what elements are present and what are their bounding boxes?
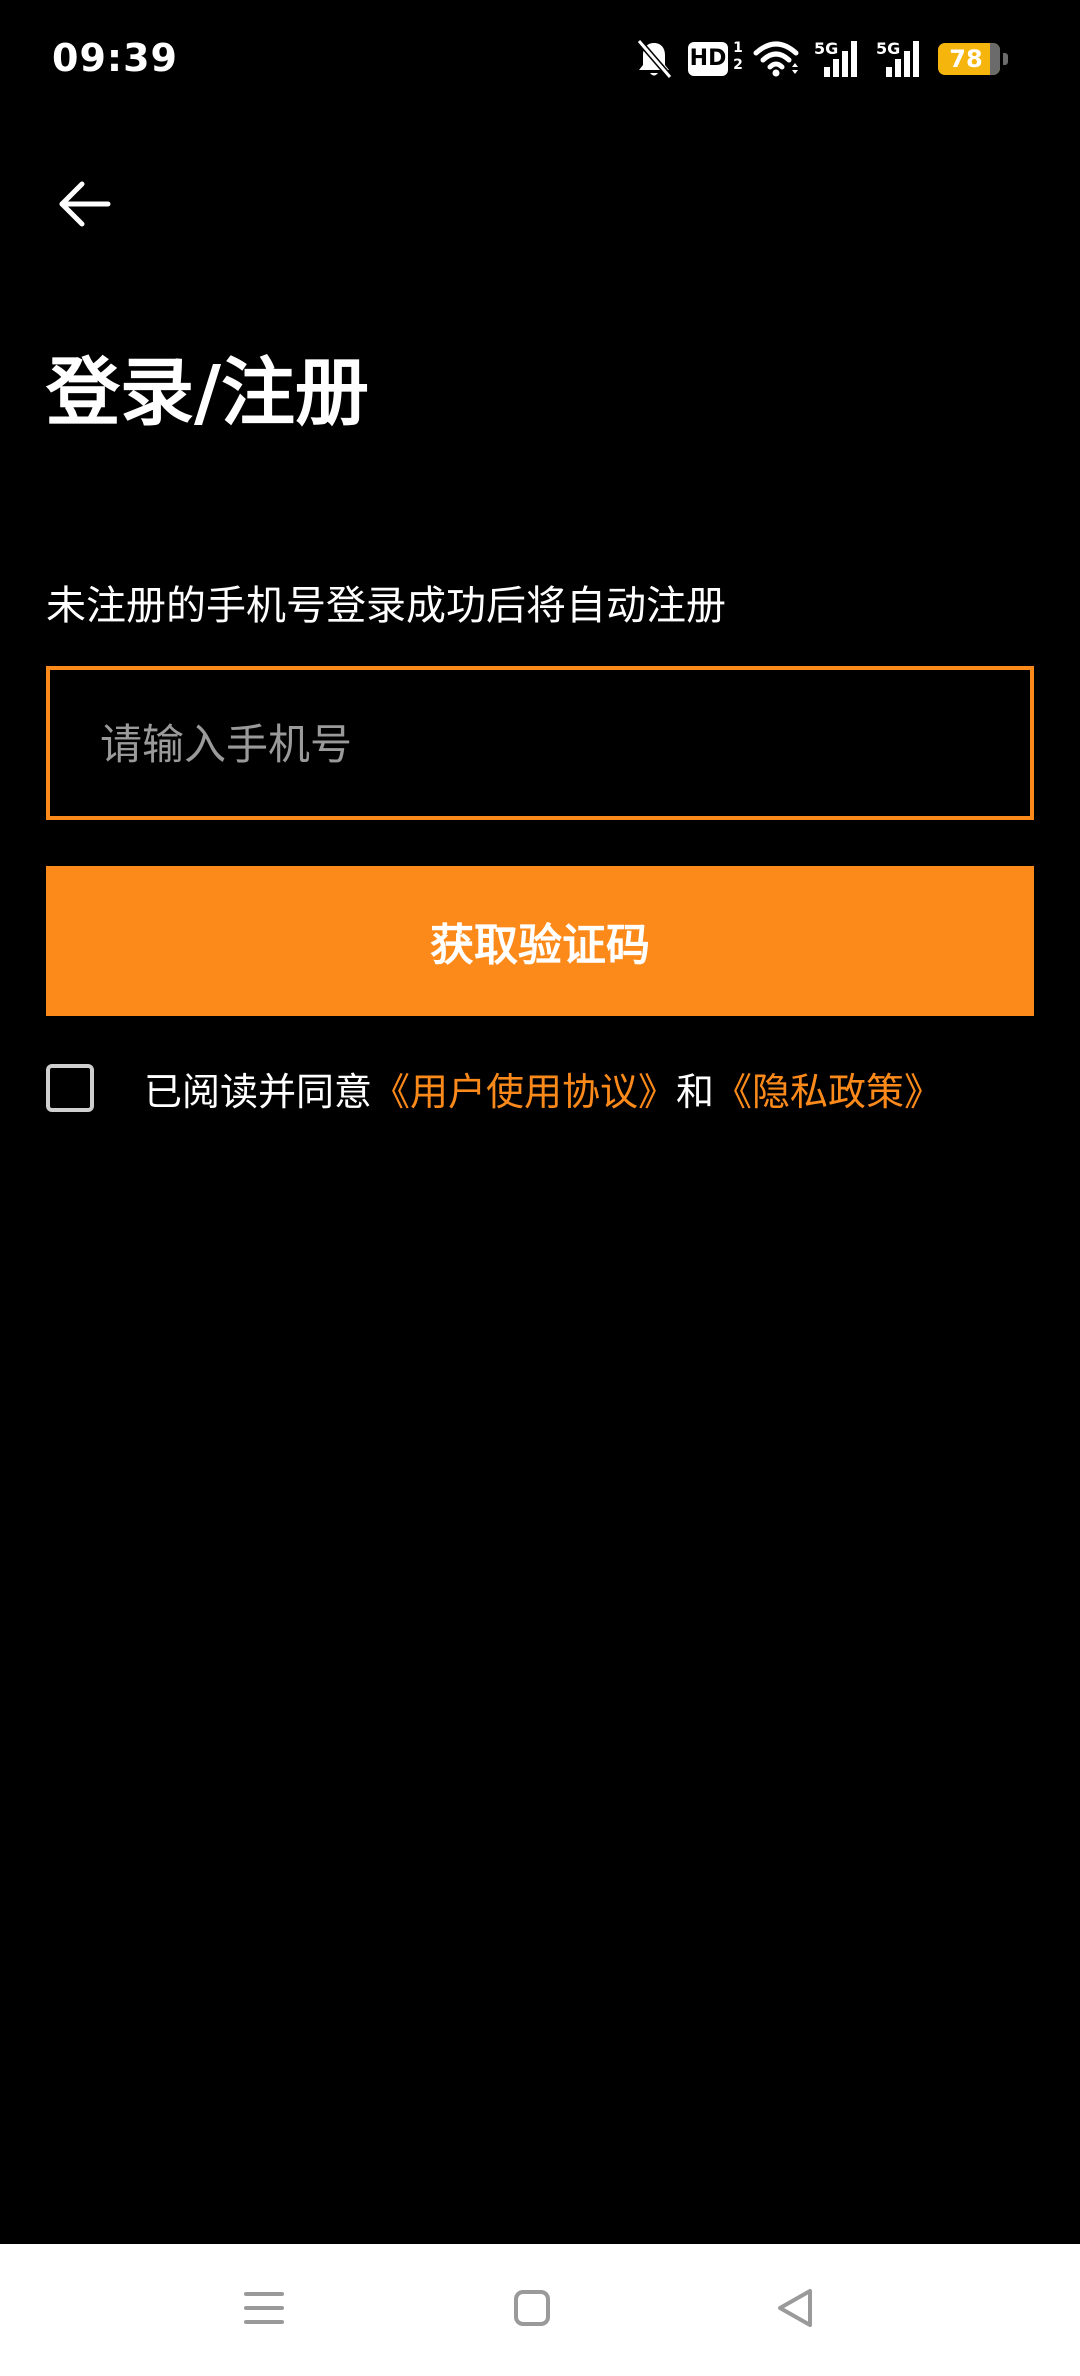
menu-icon (242, 2288, 286, 2332)
battery-body: 78 (938, 43, 1000, 75)
signal-5g-icon: 5G (876, 39, 924, 79)
agreement-text: 已阅读并同意《用户使用协议》和《隐私政策》 (144, 1061, 942, 1116)
recent-apps-button[interactable] (224, 2270, 304, 2350)
privacy-policy-link[interactable]: 《隐私政策》 (714, 1070, 942, 1114)
bell-off-icon (634, 37, 674, 81)
phone-input[interactable] (98, 670, 1002, 818)
status-time: 09:39 (52, 36, 178, 80)
agreement-prefix: 已阅读并同意 (144, 1069, 373, 1114)
battery-empty-part (990, 43, 1000, 75)
get-code-button[interactable]: 获取验证码 (46, 866, 1034, 1016)
phone-input-box (46, 666, 1034, 820)
agreement-connector: 和 (676, 1069, 715, 1114)
back-button[interactable] (44, 166, 124, 246)
wifi-icon (752, 39, 800, 79)
signal-5g-icon: 5G (814, 39, 862, 79)
agree-checkbox[interactable] (46, 1064, 94, 1112)
register-hint: 未注册的手机号登录成功后将自动注册 (46, 583, 726, 629)
back-triangle-icon (774, 2286, 818, 2334)
hd-sub-label: 12 (733, 40, 743, 73)
user-agreement-link[interactable]: 《用户使用协议》 (372, 1070, 676, 1114)
page-title: 登录/注册 (46, 350, 370, 436)
system-back-button[interactable] (756, 2270, 836, 2350)
system-nav-bar (0, 2244, 1080, 2376)
login-screen: 09:39 HD 12 5G 5G 78 登录/注册 未注册的手机号登录成功后将… (0, 0, 1080, 2376)
hd-label: HD (688, 42, 728, 76)
home-button[interactable] (492, 2270, 572, 2350)
hd-icon: HD 12 (688, 40, 743, 78)
arrow-left-icon (56, 179, 112, 233)
status-bar: 09:39 HD 12 5G 5G 78 (0, 0, 1080, 120)
status-icons: HD 12 5G 5G 78 (634, 34, 1008, 84)
battery-nub (1003, 53, 1008, 65)
agreement-row: 已阅读并同意《用户使用协议》和《隐私政策》 (46, 1060, 942, 1116)
home-square-icon (512, 2288, 552, 2332)
battery-icon: 78 (938, 41, 1008, 77)
battery-level: 78 (949, 45, 983, 73)
